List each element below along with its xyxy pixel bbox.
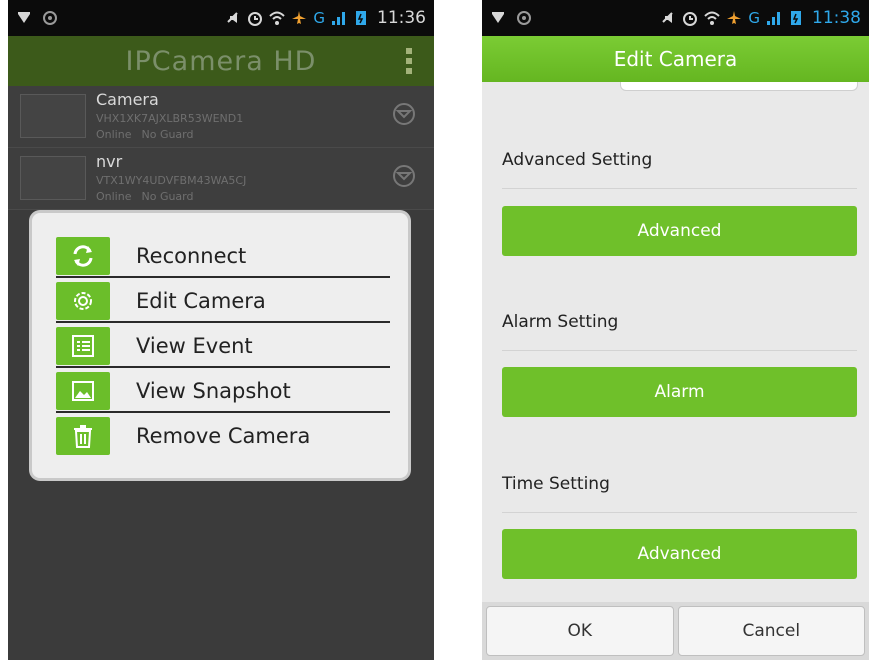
- refresh-icon: [56, 236, 110, 275]
- mute-icon: [662, 12, 674, 23]
- section-divider: [502, 350, 857, 351]
- wifi-icon: [269, 11, 286, 25]
- network-type: G: [313, 9, 325, 27]
- camera-thumbnail: [20, 156, 86, 200]
- page-title: Edit Camera: [613, 47, 738, 71]
- app-notification-icon: [43, 11, 57, 25]
- app-title: IPCamera HD: [125, 45, 317, 77]
- camera-id: VHX1XK7AJXLBR53WEND1: [96, 112, 244, 125]
- status-bar: G 11:36: [8, 0, 434, 36]
- camera-id: VTX1WY4UDVFBM43WA5CJ: [96, 174, 247, 187]
- ok-button[interactable]: OK: [486, 606, 674, 656]
- battery-icon: [791, 11, 801, 25]
- camera-list: Camera VHX1XK7AJXLBR53WEND1 Online No Gua…: [8, 86, 434, 210]
- airplane-icon: [292, 11, 307, 24]
- status-time: 11:38: [812, 8, 861, 28]
- right-phone-screen: G 11:38 Edit Camera Advanced Setting Adv…: [482, 0, 869, 660]
- status-time: 11:36: [377, 8, 426, 28]
- gear-icon: [56, 281, 110, 320]
- guard-status: No Guard: [141, 128, 194, 141]
- camera-status: Online No Guard: [96, 128, 204, 141]
- overflow-menu-icon[interactable]: [406, 48, 412, 74]
- section-title-time: Time Setting: [502, 474, 610, 494]
- network-type: G: [748, 9, 760, 27]
- expand-icon[interactable]: [392, 164, 416, 188]
- camera-status: Online No Guard: [96, 190, 204, 203]
- wifi-icon: [704, 11, 721, 25]
- context-menu-dialog: Reconnect Edit Camera View Event View Sn…: [32, 213, 408, 478]
- menu-item-label: Reconnect: [136, 243, 247, 268]
- menu-item-view-event[interactable]: View Event: [56, 323, 390, 368]
- status-bar: G 11:38: [482, 0, 869, 36]
- online-status: Online: [96, 190, 132, 203]
- left-phone-screen: G 11:36 IPCamera HD Camera VHX1XK7AJXLBR…: [8, 0, 434, 660]
- menu-item-label: View Event: [136, 333, 253, 358]
- section-divider: [502, 512, 857, 513]
- menu-item-edit-camera[interactable]: Edit Camera: [56, 278, 390, 323]
- advanced-button[interactable]: Advanced: [502, 206, 857, 256]
- expand-icon[interactable]: [392, 102, 416, 126]
- section-title-advanced: Advanced Setting: [502, 150, 653, 170]
- airplane-icon: [727, 11, 742, 24]
- menu-item-reconnect[interactable]: Reconnect: [56, 233, 390, 278]
- trash-icon: [56, 416, 110, 455]
- menu-item-remove-camera[interactable]: Remove Camera: [56, 413, 390, 458]
- mute-icon: [227, 12, 239, 23]
- cancel-button[interactable]: Cancel: [677, 606, 865, 656]
- section-divider: [502, 188, 857, 189]
- section-title-alarm: Alarm Setting: [502, 312, 619, 332]
- camera-name: nvr: [96, 152, 123, 171]
- settings-scroll-area[interactable]: Advanced Setting Advanced Alarm Setting …: [482, 82, 869, 602]
- guard-status: No Guard: [141, 190, 194, 203]
- text-input-partial[interactable]: [620, 82, 858, 91]
- alarm-icon: [248, 12, 263, 26]
- menu-item-label: Edit Camera: [136, 288, 266, 313]
- time-advanced-button[interactable]: Advanced: [502, 529, 857, 579]
- app-notification-icon: [517, 11, 531, 25]
- camera-name: Camera: [96, 90, 159, 109]
- menu-item-label: View Snapshot: [136, 378, 291, 403]
- signal-icon: [332, 12, 345, 25]
- page-title-bar: Edit Camera: [482, 36, 869, 82]
- notification-icon: [492, 12, 504, 23]
- menu-item-label: Remove Camera: [136, 423, 311, 448]
- notification-icon: [18, 12, 30, 23]
- alarm-icon: [683, 12, 698, 26]
- camera-thumbnail: [20, 94, 86, 138]
- list-icon: [56, 326, 110, 365]
- list-item[interactable]: Camera VHX1XK7AJXLBR53WEND1 Online No Gua…: [8, 86, 434, 148]
- online-status: Online: [96, 128, 132, 141]
- dialog-footer: OK Cancel: [482, 602, 869, 660]
- app-header: IPCamera HD: [8, 36, 434, 86]
- list-item[interactable]: nvr VTX1WY4UDVFBM43WA5CJ Online No Guard: [8, 148, 434, 210]
- image-icon: [56, 371, 110, 410]
- signal-icon: [767, 12, 780, 25]
- menu-item-view-snapshot[interactable]: View Snapshot: [56, 368, 390, 413]
- battery-icon: [356, 11, 366, 25]
- alarm-button[interactable]: Alarm: [502, 367, 857, 417]
